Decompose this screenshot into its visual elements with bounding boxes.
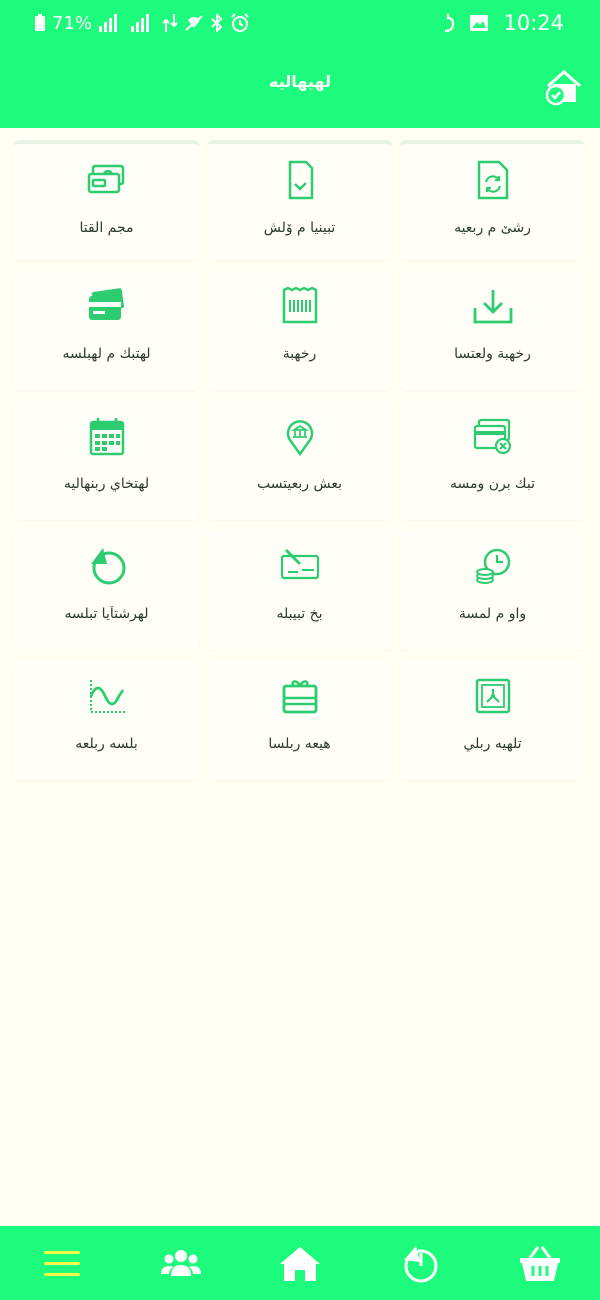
service-label: تبك برن ومسه — [450, 476, 535, 492]
gallery-icon — [469, 14, 489, 32]
service-tile[interactable]: تبك برن ومسه — [400, 400, 585, 520]
service-label: واو م لمسة — [458, 606, 527, 622]
service-label: مجم القتا — [79, 220, 134, 236]
safe-icon — [469, 676, 517, 716]
service-label: بلسه ربلعه — [75, 736, 138, 752]
service-label: رخهبة — [282, 346, 317, 362]
hamburger-menu-icon — [44, 1251, 80, 1276]
service-label: بخ تبيبله — [276, 606, 323, 622]
service-label: لهتخاي ربنهاليه — [63, 476, 150, 492]
cheque-icon — [276, 546, 324, 586]
app-header: 71% 10:24 لهيهاليه — [0, 0, 600, 128]
users-group-icon — [161, 1250, 201, 1276]
credit-card-icon — [83, 286, 131, 326]
service-tile[interactable]: بخ تبيبله — [207, 530, 392, 650]
download-icon — [469, 286, 517, 326]
basket-icon — [520, 1246, 560, 1281]
cash-icon — [83, 160, 131, 200]
pie-chart-nav-icon — [404, 1246, 438, 1283]
pie-chart-icon — [83, 546, 131, 586]
service-label: لهرشتآيا تبلسه — [64, 606, 149, 622]
service-tile[interactable]: رشێ م ربعيه — [400, 140, 585, 260]
document-refresh-icon — [469, 160, 517, 200]
gift-card-icon — [276, 676, 324, 716]
service-tile[interactable]: لهتخاي ربنهاليه — [14, 400, 199, 520]
service-tile[interactable]: بلسه ربلعه — [14, 660, 199, 780]
notification-icon — [441, 13, 455, 33]
coins-clock-icon — [469, 546, 517, 586]
wifi-off-icon — [184, 14, 204, 32]
services-grid: مجم القتا تبينيا م ۆلش رشێ م ربعيه لهتبك… — [14, 140, 586, 780]
status-bar-left: 71% — [34, 10, 250, 36]
service-tile[interactable]: لهرشتآيا تبلسه — [14, 530, 199, 650]
service-tile[interactable]: هيعه ربلسا — [207, 660, 392, 780]
service-label: رخهبة ولعتسا — [454, 346, 531, 362]
service-tile[interactable]: مجم القتا — [14, 140, 199, 260]
service-label: هيعه ربلسا — [268, 736, 331, 752]
card-cancel-icon — [469, 416, 517, 456]
calendar-icon — [83, 416, 131, 456]
battery-percentage: 71% — [52, 12, 93, 34]
service-label: تبينيا م ۆلش — [263, 220, 336, 236]
bottom-navigation — [0, 1226, 600, 1300]
service-label: تلهيه ربلي — [463, 736, 522, 752]
document-check-icon — [276, 160, 324, 200]
battery-icon — [34, 14, 46, 32]
service-label: لهتبك م لهبلسه — [62, 346, 151, 362]
home-check-icon — [545, 70, 581, 106]
service-tile[interactable]: لهتبك م لهبلسه — [14, 270, 199, 390]
service-tile[interactable]: تلهيه ربلي — [400, 660, 585, 780]
signal-icon-2 — [130, 14, 156, 32]
data-4g-icon — [162, 14, 178, 32]
service-label: بعش ربعيتسب — [256, 476, 343, 492]
receipt-icon — [276, 286, 324, 326]
page-title: لهيهاليه — [269, 72, 331, 91]
home-icon — [280, 1247, 320, 1281]
reports-button[interactable] — [398, 1244, 442, 1284]
status-time: 10:24 — [503, 11, 564, 35]
bluetooth-icon — [210, 14, 224, 32]
contacts-button[interactable] — [159, 1244, 203, 1284]
wave-chart-icon — [83, 676, 131, 716]
alarm-icon — [230, 13, 250, 33]
service-tile[interactable]: رخهبة ولعتسا — [400, 270, 585, 390]
status-bar: 71% 10:24 — [0, 0, 600, 46]
signal-icon — [98, 14, 124, 32]
cart-button[interactable] — [518, 1244, 562, 1284]
service-tile[interactable]: رخهبة — [207, 270, 392, 390]
home-button[interactable] — [544, 68, 584, 106]
service-tile[interactable]: تبينيا م ۆلش — [207, 140, 392, 260]
service-tile[interactable]: بعش ربعيتسب — [207, 400, 392, 520]
menu-button[interactable] — [40, 1244, 84, 1284]
bank-location-icon — [276, 416, 324, 456]
home-nav-button[interactable] — [278, 1244, 322, 1284]
status-bar-right: 10:24 — [441, 10, 564, 36]
service-tile[interactable]: واو م لمسة — [400, 530, 585, 650]
service-label: رشێ م ربعيه — [454, 220, 531, 236]
